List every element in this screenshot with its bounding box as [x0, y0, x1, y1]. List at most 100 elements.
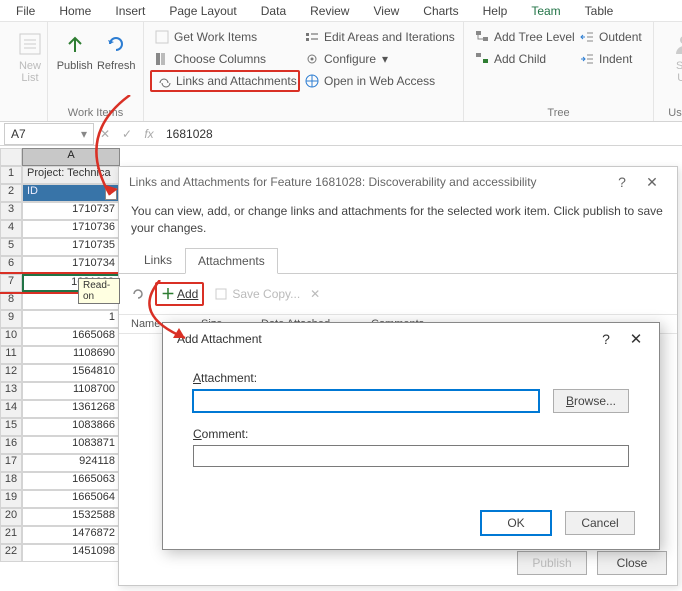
attachment-path-input[interactable] [193, 390, 539, 412]
cell[interactable]: 1710736 [22, 220, 120, 238]
cell[interactable]: 1665064 [22, 490, 120, 508]
refresh-attachments-icon[interactable] [131, 287, 145, 301]
group-label-tree: Tree [464, 107, 653, 119]
menu-insert[interactable]: Insert [103, 2, 157, 20]
cell[interactable]: 1083866 [22, 418, 120, 436]
formula-value[interactable]: 1681028 [160, 127, 682, 141]
outdent-icon [579, 29, 595, 45]
row-header[interactable]: 15 [0, 418, 22, 436]
open-web-button[interactable]: Open in Web Access [300, 70, 459, 92]
cell[interactable]: 1710735 [22, 238, 120, 256]
help-button[interactable]: ? [591, 331, 621, 347]
delete-attachment-button: ✕ [310, 287, 320, 301]
group-label-work-items: Work Items [48, 107, 143, 119]
cell-project[interactable]: Project: Technica [22, 166, 120, 184]
tab-links[interactable]: Links [131, 247, 185, 273]
row-header[interactable]: 2 [0, 184, 22, 202]
cell[interactable]: 1665063 [22, 472, 120, 490]
row-header[interactable]: 12 [0, 364, 22, 382]
row-header[interactable]: 8 [0, 292, 22, 310]
row-header[interactable]: 22 [0, 544, 22, 562]
comment-input[interactable] [193, 445, 629, 467]
publish-button[interactable]: Publish [54, 26, 96, 72]
indent-button[interactable]: Indent [575, 48, 647, 70]
row-header[interactable]: 7 [0, 274, 22, 292]
cell[interactable]: 1476872 [22, 526, 120, 544]
row-header[interactable]: 13 [0, 382, 22, 400]
cell[interactable]: 924118 [22, 454, 120, 472]
new-list-button: New List [6, 26, 54, 84]
ok-button[interactable]: OK [481, 511, 551, 535]
row-header[interactable]: 11 [0, 346, 22, 364]
menu-charts[interactable]: Charts [411, 2, 470, 20]
row-header[interactable]: 17 [0, 454, 22, 472]
menu-home[interactable]: Home [47, 2, 103, 20]
menu-file[interactable]: File [4, 2, 47, 20]
worksheet-grid[interactable]: A 1Project: Technica 2ID 31710737 417107… [0, 148, 120, 562]
row-header[interactable]: 16 [0, 436, 22, 454]
comment-label: Comment: [193, 427, 629, 441]
links-attachments-button[interactable]: Links and Attachments [150, 70, 300, 92]
menu-team[interactable]: Team [519, 2, 572, 20]
areas-icon [304, 29, 320, 45]
row-header[interactable]: 3 [0, 202, 22, 220]
refresh-button[interactable]: Refresh [96, 26, 138, 72]
cancel-button[interactable]: Cancel [565, 511, 635, 535]
row-header[interactable]: 19 [0, 490, 22, 508]
cell[interactable]: 1710734 [22, 256, 120, 274]
outdent-button[interactable]: Outdent [575, 26, 647, 48]
close-icon[interactable]: ✕ [621, 330, 651, 348]
group-label-us: Us [654, 107, 682, 119]
row-header[interactable]: 9 [0, 310, 22, 328]
menu-table[interactable]: Table [573, 2, 626, 20]
close-icon[interactable]: ✕ [637, 174, 667, 191]
row-header[interactable]: 5 [0, 238, 22, 256]
publish-button: Publish [517, 551, 587, 575]
get-work-items-button: Get Work Items [150, 26, 300, 48]
tab-attachments[interactable]: Attachments [185, 248, 278, 274]
cell[interactable]: 1710737 [22, 202, 120, 220]
add-tree-level-button[interactable]: Add Tree Level [470, 26, 575, 48]
row-header[interactable]: 10 [0, 328, 22, 346]
browse-button[interactable]: Browse... [553, 389, 629, 413]
menu-help[interactable]: Help [471, 2, 520, 20]
menu-review[interactable]: Review [298, 2, 361, 20]
help-button[interactable]: ? [607, 174, 637, 190]
row-header[interactable]: 14 [0, 400, 22, 418]
configure-button[interactable]: Configure▾ [300, 48, 459, 70]
row-header[interactable]: 1 [0, 166, 22, 184]
row-header[interactable]: 4 [0, 220, 22, 238]
menu-view[interactable]: View [361, 2, 411, 20]
cell[interactable]: 1 [22, 310, 120, 328]
edit-areas-button[interactable]: Edit Areas and Iterations [300, 26, 459, 48]
column-header-a[interactable]: A [22, 148, 120, 166]
cell[interactable]: 1532588 [22, 508, 120, 526]
name-box[interactable]: A7▾ [4, 123, 94, 145]
row-header[interactable]: 20 [0, 508, 22, 526]
row-header[interactable]: 18 [0, 472, 22, 490]
select-all-corner[interactable] [0, 148, 22, 166]
cell[interactable]: 1361268 [22, 400, 120, 418]
dialog-title: Add Attachment [177, 332, 591, 346]
cell[interactable]: 1564810 [22, 364, 120, 382]
cell[interactable]: 1451098 [22, 544, 120, 562]
menu-data[interactable]: Data [249, 2, 298, 20]
cell[interactable]: 1108700 [22, 382, 120, 400]
formula-bar: A7▾ ✕ ✓ fx 1681028 [0, 122, 682, 146]
choose-columns-button[interactable]: Choose Columns [150, 48, 300, 70]
cell[interactable]: 1108690 [22, 346, 120, 364]
add-child-button[interactable]: Add Child [470, 48, 575, 70]
menu-page-layout[interactable]: Page Layout [157, 2, 248, 20]
child-icon [474, 51, 490, 67]
cell[interactable]: 1083871 [22, 436, 120, 454]
row-header[interactable]: 21 [0, 526, 22, 544]
add-attachment-button[interactable]: ＋Add [155, 282, 204, 306]
save-copy-button: Save Copy... [214, 287, 300, 301]
row-header[interactable]: 6 [0, 256, 22, 274]
cell[interactable]: 1665068 [22, 328, 120, 346]
cell-id-header[interactable]: ID [22, 184, 120, 202]
publish-icon [61, 30, 89, 58]
get-items-icon [154, 29, 170, 45]
close-button[interactable]: Close [597, 551, 667, 575]
fx-icon[interactable]: fx [138, 127, 160, 141]
